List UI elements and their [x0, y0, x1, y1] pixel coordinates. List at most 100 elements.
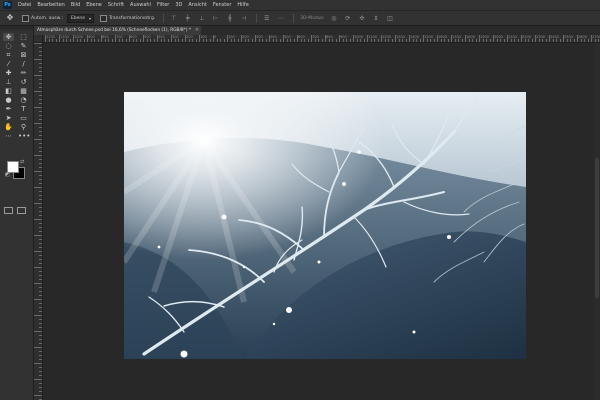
align-bottom-icon[interactable]: ⊥	[197, 14, 206, 23]
align-vcenter-icon[interactable]: ╪	[183, 14, 192, 23]
menu-item-filter[interactable]: Filter	[154, 2, 172, 8]
ruler-tick	[34, 347, 42, 348]
ruler-minor-tick	[122, 39, 123, 42]
ruler-tick	[39, 227, 42, 228]
blur-tool-icon[interactable]: ●	[3, 96, 14, 104]
ruler-tick	[34, 107, 42, 108]
frame-tool-icon[interactable]: ⊠	[18, 51, 29, 59]
ruler-tick	[39, 327, 42, 328]
zoom-tool-icon[interactable]: ⚲	[18, 123, 29, 131]
ruler-minor-tick	[412, 39, 414, 42]
history-brush-tool-icon[interactable]: ↺	[18, 78, 29, 86]
auto-select-checkbox[interactable]	[22, 14, 29, 22]
menu-item-ebene[interactable]: Ebene	[83, 2, 105, 8]
ruler-tick	[39, 271, 42, 272]
eraser-tool-icon[interactable]: ◧	[3, 87, 14, 95]
eyedropper-tool-icon[interactable]: ⁄	[3, 60, 14, 68]
menu-item-fenster[interactable]: Fenster	[210, 2, 235, 8]
hand-tool-icon[interactable]: ✋	[3, 123, 14, 131]
path-select-tool-icon[interactable]: ➤	[3, 114, 14, 122]
ruler-minor-tick	[391, 39, 393, 42]
scale-icon[interactable]: ◫	[385, 14, 394, 23]
healing-brush-tool-icon[interactable]: ✚	[3, 69, 14, 77]
menu-item-bearbeiten[interactable]: Bearbeiten	[34, 2, 67, 8]
ruler-tick	[39, 151, 42, 152]
ruler-tick	[39, 275, 42, 276]
auto-select-dropdown[interactable]: Ebene	[66, 13, 94, 23]
ruler-label: 1100	[60, 35, 69, 39]
scrollbar-thumb[interactable]	[595, 158, 599, 298]
photoshop-logo[interactable]: Ps	[3, 1, 12, 9]
ruler-minor-tick	[510, 39, 512, 42]
edit-toolbar-icon[interactable]: ⋯	[3, 132, 14, 140]
move-tool-icon[interactable]: ✥	[3, 33, 14, 41]
ruler-minor-tick	[528, 39, 529, 42]
more-options-icon[interactable]: ⋯	[276, 14, 285, 23]
align-left-icon[interactable]: ⊢	[211, 14, 220, 23]
transform-controls-checkbox[interactable]	[99, 14, 107, 22]
document-tab[interactable]: Atmosphäre durch Schnee.psd bei 16,6% (S…	[34, 26, 202, 35]
menu-item-datei[interactable]: Datei	[15, 2, 34, 8]
type-tool-icon[interactable]: T	[18, 105, 29, 113]
align-right-icon[interactable]: ⊣	[239, 14, 248, 23]
screen-mode-icon[interactable]	[17, 207, 26, 214]
ruler-minor-tick	[440, 39, 442, 42]
extra-tool-icon[interactable]: •••	[18, 132, 30, 140]
ruler-tick	[39, 223, 42, 224]
quick-mask-icon[interactable]	[4, 207, 13, 214]
ruler-label: 2100	[508, 35, 517, 39]
ruler-origin[interactable]	[34, 35, 43, 43]
ruler-minor-tick	[209, 39, 211, 42]
menu-item-bild[interactable]: Bild	[68, 2, 83, 8]
ruler-minor-tick	[139, 39, 141, 42]
foreground-color-swatch[interactable]	[7, 161, 19, 173]
ruler-tool-icon[interactable]: ∕	[18, 60, 29, 68]
ruler-minor-tick	[486, 39, 487, 42]
ruler-tick	[39, 323, 42, 324]
ruler-tick	[39, 199, 42, 200]
clone-stamp-tool-icon[interactable]: ⊥	[3, 78, 14, 86]
gradient-tool-icon[interactable]: ▦	[18, 87, 29, 95]
roll-icon[interactable]: ⟳	[343, 14, 352, 23]
menu-item-auswahl[interactable]: Auswahl	[127, 2, 154, 8]
swap-colors-icon[interactable]: ⇄	[20, 159, 24, 165]
separator	[293, 13, 295, 23]
rectangle-tool-icon[interactable]: ▭	[18, 114, 29, 122]
separator	[256, 13, 258, 23]
slide-icon[interactable]: ⇕	[371, 14, 380, 23]
move-icon[interactable]: ✥	[4, 13, 16, 23]
close-icon[interactable]: ×	[195, 26, 199, 35]
ruler-minor-tick	[108, 39, 109, 42]
ruler-label: 1600	[438, 35, 447, 39]
brush-tool-icon[interactable]: ✏	[18, 69, 29, 77]
lasso-tool-icon[interactable]: ◌	[3, 42, 14, 50]
ruler-minor-tick	[290, 39, 291, 42]
ruler-tick	[39, 111, 42, 112]
align-top-icon[interactable]: ⊤	[169, 14, 178, 23]
horizontal-ruler[interactable]: 1200 1100 1000 900 800 700 600 500 400 300 200 100 0…	[43, 35, 600, 43]
ruler-minor-tick	[405, 39, 407, 42]
quick-select-tool-icon[interactable]: ✎	[18, 42, 29, 50]
marquee-tool-icon[interactable]: ⬚	[18, 33, 29, 41]
orbit-icon[interactable]: ◎	[329, 14, 338, 23]
vertical-scrollbar[interactable]	[594, 43, 600, 400]
ruler-tick	[39, 391, 42, 392]
crop-tool-icon[interactable]: ⌗	[3, 51, 14, 59]
pen-tool-icon[interactable]: ✒	[3, 105, 14, 113]
dodge-tool-icon[interactable]: ◔	[18, 96, 29, 104]
vertical-ruler[interactable]	[34, 43, 43, 400]
ruler-minor-tick	[265, 39, 267, 42]
ruler-minor-tick	[279, 39, 281, 42]
ruler-tick	[34, 203, 42, 204]
ruler-tick	[39, 339, 42, 340]
align-hcenter-icon[interactable]: ╫	[225, 14, 234, 23]
ruler-minor-tick	[83, 39, 85, 42]
menu-item-hilfe[interactable]: Hilfe	[234, 2, 251, 8]
menu-item-schrift[interactable]: Schrift	[105, 2, 127, 8]
pan-icon[interactable]: ✣	[357, 14, 366, 23]
menu-item-ansicht[interactable]: Ansicht	[185, 2, 209, 8]
menu-item-3d[interactable]: 3D	[172, 2, 185, 8]
distribute-icon[interactable]: ☰	[262, 14, 271, 23]
ruler-minor-tick	[118, 39, 120, 42]
document-image[interactable]	[124, 92, 526, 359]
